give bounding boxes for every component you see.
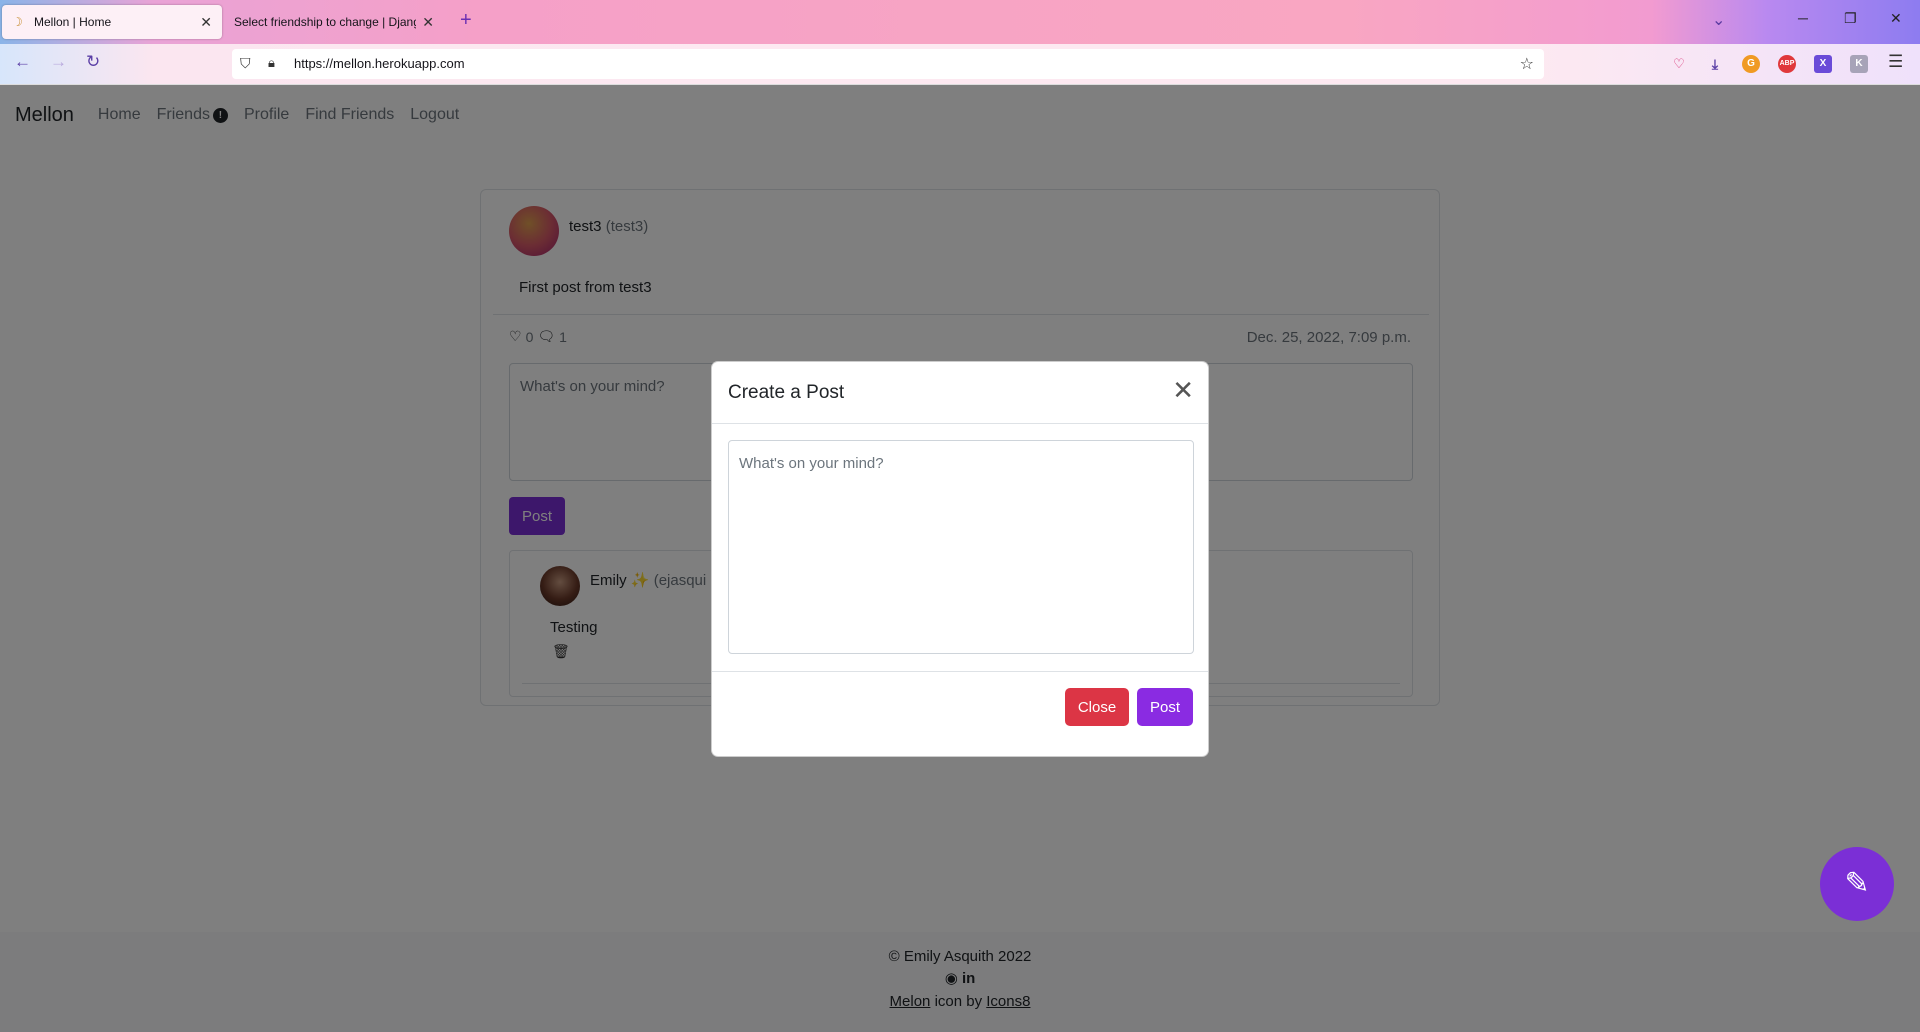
modal-title: Create a Post — [728, 382, 845, 403]
download-icon[interactable]: ⤓ — [1706, 55, 1724, 73]
browser-tab-bar: ☽ Mellon | Home ✕ Select friendship to c… — [0, 0, 1920, 44]
divider — [712, 671, 1208, 672]
tab-django-admin[interactable]: Select friendship to change | Django ✕ — [224, 5, 444, 39]
post-button[interactable]: Post — [1137, 688, 1193, 726]
minimize-icon[interactable]: ─ — [1798, 10, 1808, 26]
restore-icon[interactable]: ❐ — [1844, 10, 1857, 27]
edit-icon: ✎ — [1844, 867, 1870, 900]
tab-title: Mellon | Home — [34, 15, 112, 29]
url-text[interactable]: https://mellon.herokuapp.com — [294, 56, 465, 71]
melon-favicon-icon: ☽ — [12, 15, 23, 29]
create-post-fab[interactable]: ✎ — [1820, 847, 1894, 921]
close-window-icon[interactable]: ✕ — [1890, 10, 1902, 27]
tab-title: Select friendship to change | Django — [234, 15, 417, 29]
address-bar[interactable]: ⛉ 🔒︎ https://mellon.herokuapp.com ☆ — [232, 49, 1544, 79]
bookmark-star-icon[interactable]: ☆ — [1520, 54, 1534, 74]
x-extension-icon[interactable]: X — [1814, 55, 1832, 73]
list-all-tabs-icon[interactable]: ⌄ — [1712, 10, 1725, 30]
menu-icon[interactable]: ☰ — [1888, 52, 1903, 72]
modal-header: Create a Post ✕ — [712, 362, 1208, 424]
post-textarea[interactable]: What's on your mind? — [728, 440, 1194, 654]
back-icon[interactable]: ← — [14, 52, 31, 72]
reload-icon[interactable]: ↻ — [86, 52, 100, 72]
adblock-icon[interactable]: ABP — [1778, 55, 1796, 73]
close-tab-icon[interactable]: ✕ — [422, 14, 434, 31]
k-extension-icon[interactable]: K — [1850, 55, 1868, 73]
browser-toolbar: ← → ↻ ⛉ 🔒︎ https://mellon.herokuapp.com … — [0, 44, 1920, 85]
new-tab-button[interactable]: + — [460, 9, 472, 32]
grammarly-icon[interactable]: G — [1742, 55, 1760, 73]
close-button[interactable]: Close — [1065, 688, 1129, 726]
tab-mellon-home[interactable]: ☽ Mellon | Home ✕ — [2, 5, 222, 39]
shield-icon[interactable]: ⛉ — [240, 55, 251, 72]
lock-icon[interactable]: 🔒︎ — [268, 55, 275, 71]
close-icon[interactable]: ✕ — [1172, 376, 1194, 404]
close-tab-icon[interactable]: ✕ — [200, 14, 212, 31]
forward-icon[interactable]: → — [50, 52, 67, 72]
pocket-icon[interactable]: ♡ — [1670, 55, 1688, 73]
create-post-modal: Create a Post ✕ What's on your mind? Clo… — [711, 361, 1209, 757]
